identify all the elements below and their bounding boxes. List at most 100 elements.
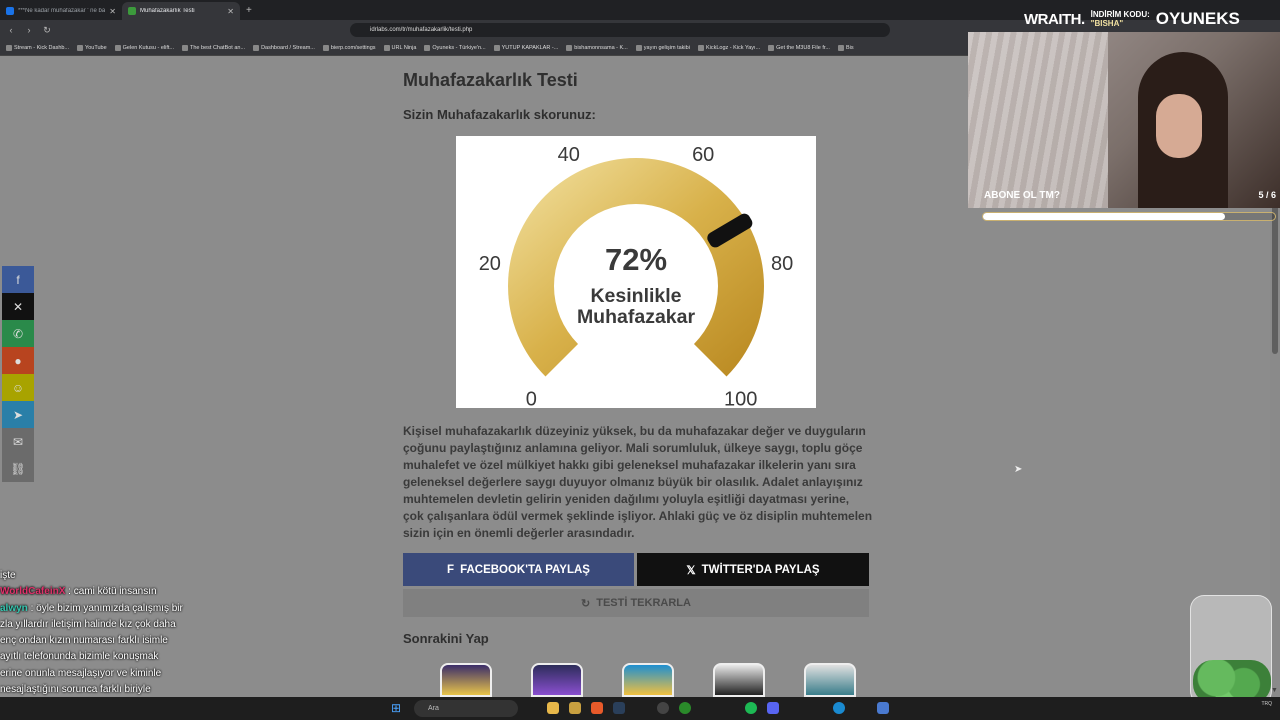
bookmark-label: Oyuneks - Türkiye'n... xyxy=(432,44,486,51)
bookmark-label: Bis xyxy=(845,44,854,51)
bookmark-item[interactable]: KickLogz - Kick Yayı... xyxy=(697,44,760,51)
brave-icon[interactable] xyxy=(591,702,603,714)
taskbar: ⊞ Ara TRQ xyxy=(0,697,1280,720)
reload-icon[interactable]: ↻ xyxy=(42,25,52,36)
facebook-icon: f xyxy=(447,563,455,576)
share-sidebar: f ✕ ✆ ● ☺ ➤ ✉ ⛓ xyxy=(2,266,34,482)
steam-icon[interactable] xyxy=(613,702,625,714)
tab-favicon-icon xyxy=(6,7,14,15)
discord-icon[interactable] xyxy=(767,702,779,714)
tab-title: Muhafazakarlık Testi xyxy=(140,8,195,14)
bookmark-label: bierp.com/settings xyxy=(330,44,376,51)
link-share-icon[interactable]: ⛓ xyxy=(2,455,34,482)
system-tray[interactable]: TRQ xyxy=(1261,701,1272,708)
streamer-face xyxy=(1156,94,1202,158)
bookmark-favicon-icon xyxy=(114,44,121,51)
close-tab-icon[interactable]: ✕ xyxy=(227,7,234,16)
bookmark-favicon-icon xyxy=(6,44,12,51)
gauge-tick-label: 60 xyxy=(692,144,714,166)
browser-tab[interactable]: ***Ne kadar muhafazakar ' ne bagim... ✕ xyxy=(0,2,122,20)
bookmark-favicon-icon xyxy=(493,44,500,51)
bookmark-item[interactable]: bishamonnsama - K... xyxy=(566,44,628,51)
back-icon[interactable]: ‹ xyxy=(6,25,16,35)
forward-icon[interactable]: › xyxy=(24,25,34,35)
bookmark-item[interactable]: Dashboard / Stream... xyxy=(253,44,315,51)
chat-username[interactable]: WorldCafeinX xyxy=(0,586,65,597)
bookmark-item[interactable]: Gelen Kutusu - elift... xyxy=(114,44,175,51)
files-icon[interactable] xyxy=(569,702,581,714)
bookmark-label: Stream - Kick Dashb... xyxy=(14,44,70,51)
next-test-thumbnail[interactable] xyxy=(713,663,765,697)
result-description: Kişisel muhafazakarlık düzeyiniz yüksek,… xyxy=(403,424,873,540)
taskbar-search-input[interactable]: Ara xyxy=(414,700,518,717)
bookmark-label: YouTube xyxy=(85,44,107,51)
snapchat-share-icon[interactable]: ☺ xyxy=(2,374,34,401)
bookmark-item[interactable]: YouTube xyxy=(77,44,107,51)
next-test-thumbnail[interactable] xyxy=(804,663,856,697)
bookmark-favicon-icon xyxy=(182,44,189,51)
bookmark-favicon-icon xyxy=(77,44,84,51)
scroll-down-icon[interactable]: ▼ xyxy=(1271,687,1278,694)
sponsor-banner: WRAITH. İNDİRİM KODU: "BISHA" OYUNEKS xyxy=(1024,6,1240,32)
refresh-icon: ↻ xyxy=(581,597,591,610)
bookmark-label: bishamonnsama - K... xyxy=(574,44,628,51)
discount-code-value: "BISHA" xyxy=(1090,19,1124,28)
score-gauge: 0 20 40 60 80 100 72% Kesinlikle Muhafazakar xyxy=(456,136,816,411)
bookmark-label: URL Ninja xyxy=(391,44,417,51)
bookmark-label: Gelen Kutusu - elift... xyxy=(122,44,175,51)
bookmark-item[interactable]: bierp.com/settings xyxy=(322,44,376,51)
retry-test-button[interactable]: ↻ TESTİ TEKRARLA xyxy=(403,589,869,617)
bookmark-item[interactable]: URL Ninja xyxy=(383,44,417,51)
spotify-icon[interactable] xyxy=(745,702,757,714)
new-tab-icon[interactable]: + xyxy=(246,5,252,16)
mouse-cursor-icon: ➤ xyxy=(1014,464,1023,475)
tab-favicon-icon xyxy=(128,7,136,15)
url-input[interactable]: idrlabs.com/tr/muhafazakarlik/testi.php xyxy=(350,23,890,37)
windows-start-icon[interactable]: ⊞ xyxy=(391,701,401,715)
bookmark-label: YUTUP KAPAKLAR -... xyxy=(501,44,559,51)
telegram-share-icon[interactable]: ➤ xyxy=(2,401,34,428)
chat-text: enç ondan kızın numarası farklı isimle xyxy=(0,635,168,647)
chat-message: nesajlaştığını sorunca farklı biriyle xyxy=(0,682,230,698)
obs-icon[interactable] xyxy=(657,702,669,714)
bookmark-item[interactable]: The best ChatBot an... xyxy=(182,44,245,51)
x-share-icon[interactable]: ✕ xyxy=(2,293,34,320)
bookmark-item[interactable]: Get the M3U8 File fr... xyxy=(768,44,830,51)
next-tests-heading: Sonrakini Yap xyxy=(403,631,489,646)
email-share-icon[interactable]: ✉ xyxy=(2,428,34,455)
sponsor-logo: WRAITH. xyxy=(1024,10,1085,28)
bookmark-item[interactable]: Oyuneks - Türkiye'n... xyxy=(424,44,486,51)
chat-message: WorldCafeinX : cami kötü insansın xyxy=(0,584,230,600)
bookmark-item[interactable]: Stream - Kick Dashb... xyxy=(6,44,70,51)
next-test-thumbnail[interactable] xyxy=(622,663,674,697)
chat-text: işte xyxy=(0,570,16,581)
goal-progress-bar xyxy=(982,212,1276,221)
share-twitter-label: TWİTTER'DA PAYLAŞ xyxy=(701,563,820,576)
xbox-icon[interactable] xyxy=(679,702,691,714)
chat-message: zla yıllardır iletişim halinde kız çok d… xyxy=(0,617,230,633)
x-icon: 𝕏 xyxy=(686,564,696,577)
bookmark-label: Dashboard / Stream... xyxy=(261,44,315,51)
share-facebook-label: FACEBOOK'TA PAYLAŞ xyxy=(460,563,590,576)
next-test-thumbnail[interactable] xyxy=(531,663,583,697)
goal-counter: 5 / 6 xyxy=(1258,190,1276,200)
app-icon[interactable] xyxy=(877,702,889,714)
chat-message: ayıtlı telefonunda bizimle konuşmak xyxy=(0,649,230,665)
chat-username[interactable]: alwyn xyxy=(0,603,28,614)
share-twitter-button[interactable]: 𝕏 TWİTTER'DA PAYLAŞ xyxy=(637,553,869,586)
reddit-share-icon[interactable]: ● xyxy=(2,347,34,374)
gauge-tick-label: 0 xyxy=(526,389,537,408)
facebook-share-icon[interactable]: f xyxy=(2,266,34,293)
share-facebook-button[interactable]: f FACEBOOK'TA PAYLAŞ xyxy=(403,553,634,586)
whatsapp-share-icon[interactable]: ✆ xyxy=(2,320,34,347)
bookmark-item[interactable]: yayın gelişim takibi xyxy=(635,44,690,51)
explorer-icon[interactable] xyxy=(547,702,559,714)
bookmark-favicon-icon xyxy=(635,44,642,51)
close-tab-icon[interactable]: ✕ xyxy=(109,7,116,16)
goal-progress-fill xyxy=(983,213,1226,220)
bookmark-item[interactable]: YUTUP KAPAKLAR -... xyxy=(493,44,559,51)
bookmark-item[interactable]: Bis xyxy=(837,44,854,51)
browser-tab-active[interactable]: Muhafazakarlık Testi ✕ xyxy=(122,2,240,20)
edge-icon[interactable] xyxy=(833,702,845,714)
next-test-thumbnail[interactable] xyxy=(440,663,492,697)
